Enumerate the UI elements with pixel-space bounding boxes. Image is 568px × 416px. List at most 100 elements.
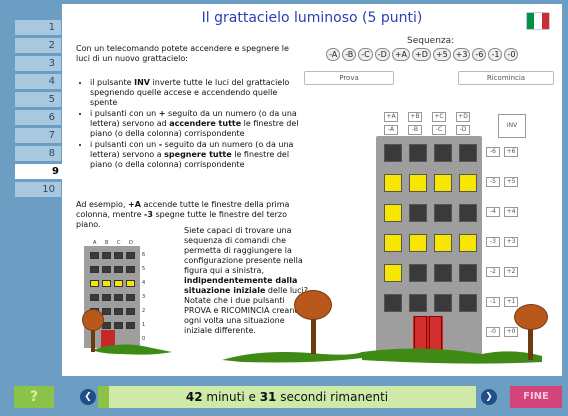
row-plus-button[interactable]: +5 [504, 177, 518, 187]
timer-text: 42 minuti e 31 secondi rimanenti [185, 390, 389, 404]
target-row-label: 4 [142, 280, 146, 286]
window-dark [434, 264, 452, 282]
intro-text: Con un telecomando potete accendere e sp… [76, 44, 289, 63]
rule-inv: il pulsante INV inverte tutte le luci de… [90, 78, 305, 108]
command-sequence: -A -B -C -D +A +D +5 +3 -6 -1 -0 [326, 48, 519, 61]
inv-button[interactable]: INV [498, 114, 526, 138]
row-minus-button[interactable]: -3 [486, 237, 500, 247]
target-window-lit [114, 280, 123, 287]
rules-list: il pulsante INV inverte tutte le luci de… [80, 78, 305, 171]
target-window-dark [102, 294, 111, 301]
target-window-dark [114, 266, 123, 273]
window-dark [409, 204, 427, 222]
window-dark [409, 144, 427, 162]
window-lit [384, 174, 402, 192]
window-dark [409, 264, 427, 282]
row-minus-button[interactable]: -5 [486, 177, 500, 187]
target-row-label: 3 [142, 294, 146, 300]
question-tab-3[interactable]: 3 [15, 56, 61, 71]
sequence-command: -0 [504, 48, 519, 61]
target-window-dark [114, 252, 123, 259]
column-plus-button[interactable]: +A [384, 112, 398, 122]
column-minus-button[interactable]: -D [456, 125, 470, 135]
sequence-command: -A [326, 48, 341, 61]
column-minus-button[interactable]: -C [432, 125, 446, 135]
sequence-command: +5 [432, 48, 451, 61]
target-window-dark [90, 266, 99, 273]
question-tab-8[interactable]: 8 [15, 146, 61, 161]
target-column-label: A [93, 240, 97, 246]
target-window-dark [102, 252, 111, 259]
window-lit [434, 234, 452, 252]
window-dark [459, 264, 477, 282]
target-window-dark [126, 294, 135, 301]
column-plus-button[interactable]: +B [408, 112, 422, 122]
sequence-command: -C [358, 48, 373, 61]
rule-minus: i pulsanti con un - seguito da un numero… [90, 140, 305, 170]
row-minus-button[interactable]: -2 [486, 267, 500, 277]
window-dark [459, 204, 477, 222]
window-lit [459, 234, 477, 252]
target-window-lit [126, 280, 135, 287]
window-lit [434, 174, 452, 192]
row-minus-button[interactable]: -4 [486, 207, 500, 217]
question-list: 1 2 3 4 5 6 7 8 9 10 [15, 20, 65, 200]
target-window-dark [126, 266, 135, 273]
task-card: Il grattacielo luminoso (5 punti) Con un… [62, 4, 562, 376]
target-window-lit [102, 280, 111, 287]
row-plus-button[interactable]: +3 [504, 237, 518, 247]
column-plus-button[interactable]: +D [456, 112, 470, 122]
ricomincia-button[interactable]: Ricomincia [458, 71, 554, 85]
help-button[interactable]: ? [14, 386, 54, 408]
question-tab-10[interactable]: 10 [15, 182, 61, 197]
question-tab-9[interactable]: 9 [15, 164, 65, 179]
window-lit [384, 234, 402, 252]
sequence-command: -6 [472, 48, 487, 61]
italian-flag-icon[interactable] [526, 12, 550, 30]
question-tab-7[interactable]: 7 [15, 128, 61, 143]
column-minus-button[interactable]: -A [384, 125, 398, 135]
sequence-command: +D [412, 48, 431, 61]
window-dark [434, 204, 452, 222]
prova-button[interactable]: Prova [304, 71, 394, 85]
question-tab-5[interactable]: 5 [15, 92, 61, 107]
previous-arrow-icon[interactable]: ❮ [80, 389, 96, 405]
next-arrow-icon[interactable]: ❯ [481, 389, 497, 405]
window-dark [384, 144, 402, 162]
question-tab-6[interactable]: 6 [15, 110, 61, 125]
target-window-dark [90, 294, 99, 301]
target-window-dark [102, 266, 111, 273]
column-minus-button[interactable]: -B [408, 125, 422, 135]
target-row-label: 5 [142, 266, 146, 272]
question-tab-1[interactable]: 1 [15, 20, 61, 35]
sequence-command: -B [342, 48, 357, 61]
target-window-dark [114, 294, 123, 301]
window-dark [459, 144, 477, 162]
sequence-command: -1 [488, 48, 503, 61]
sequence-command: -D [374, 48, 390, 61]
task-title: Il grattacielo luminoso (5 punti) [201, 10, 423, 26]
rule-plus: i pulsanti con un + seguito da un numero… [90, 109, 305, 139]
row-plus-button[interactable]: +4 [504, 207, 518, 217]
question-tab-4[interactable]: 4 [15, 74, 61, 89]
sequence-label: Sequenza: [407, 36, 455, 46]
target-column-label: D [129, 240, 133, 246]
target-window-dark [90, 252, 99, 259]
window-lit [384, 204, 402, 222]
finish-button[interactable]: FINE [510, 386, 562, 408]
row-plus-button[interactable]: +2 [504, 267, 518, 277]
row-minus-button[interactable]: -6 [486, 147, 500, 157]
column-plus-button[interactable]: +C [432, 112, 446, 122]
row-plus-button[interactable]: +6 [504, 147, 518, 157]
target-row-label: 6 [142, 252, 146, 258]
window-lit [409, 234, 427, 252]
target-window-lit [90, 280, 99, 287]
window-lit [384, 264, 402, 282]
window-lit [409, 174, 427, 192]
target-column-label: B [105, 240, 109, 246]
window-lit [459, 174, 477, 192]
question-tab-2[interactable]: 2 [15, 38, 61, 53]
sequence-command: +A [391, 48, 410, 61]
target-window-dark [126, 252, 135, 259]
sequence-command: +3 [452, 48, 471, 61]
